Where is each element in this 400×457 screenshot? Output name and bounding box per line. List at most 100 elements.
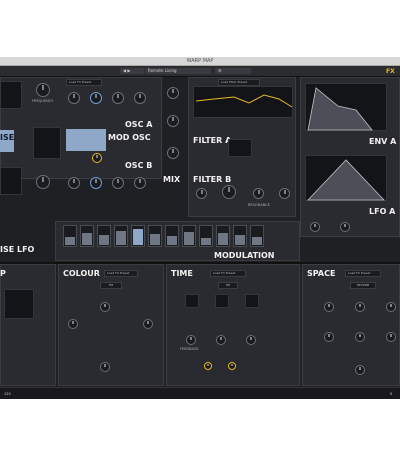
- time-display-1: [185, 294, 199, 308]
- osc-b-label: OSC B: [125, 161, 153, 170]
- window-title: WARP MAP: [186, 58, 214, 64]
- env-display[interactable]: [305, 83, 387, 131]
- mod-osc-display: [66, 129, 106, 151]
- mod-step-11[interactable]: [233, 225, 247, 247]
- osc-b-fm-knob[interactable]: [134, 177, 146, 189]
- mix-knob-3[interactable]: [167, 147, 179, 159]
- filter-preset-dropdown[interactable]: Load Filter Preset: [218, 79, 260, 86]
- p-label: P: [0, 269, 6, 278]
- osc-preset-dropdown[interactable]: Load FX Preset: [66, 79, 102, 86]
- mod-step-9[interactable]: [199, 225, 213, 247]
- brand-logo: FX: [386, 68, 395, 75]
- osc-b-shape-knob[interactable]: [90, 177, 102, 189]
- filter-a-label: FILTER A: [193, 136, 232, 145]
- colour-preset-dropdown[interactable]: Load FX Preset: [104, 270, 138, 277]
- mod-step-5[interactable]: [131, 225, 145, 247]
- title-bar: WARP MAP: [0, 57, 400, 66]
- osc-b-frequency-knob[interactable]: [36, 175, 50, 189]
- lfo-display[interactable]: [305, 155, 387, 201]
- lfo-label: LFO A: [369, 207, 396, 216]
- mod-amount-knob[interactable]: [92, 153, 102, 163]
- osc-b-pw-knob[interactable]: [112, 177, 124, 189]
- time-knob-2[interactable]: [216, 335, 226, 345]
- space-knob-1[interactable]: [324, 302, 334, 312]
- time-knob-5[interactable]: [228, 362, 236, 370]
- mix-knob-2[interactable]: [167, 115, 179, 127]
- mix-knob-1[interactable]: [167, 87, 179, 99]
- colour-knob-2[interactable]: [100, 302, 110, 312]
- env-curve-svg: [307, 87, 373, 131]
- space-level-knob[interactable]: [355, 365, 365, 375]
- time-label: TIME: [171, 269, 193, 278]
- lfo-depth-knob[interactable]: [340, 222, 350, 232]
- resonance-label: RESONANCE: [248, 203, 270, 207]
- colour-knob-1[interactable]: [68, 319, 78, 329]
- bpm-readout: 120: [4, 392, 11, 396]
- space-knob-2[interactable]: [355, 302, 365, 312]
- time-knob-4[interactable]: [204, 362, 212, 370]
- time-preset-dropdown[interactable]: Load FX Preset: [210, 270, 246, 277]
- lfo-curve-svg: [307, 159, 385, 201]
- status-bar: 120 5: [0, 387, 400, 399]
- compare-button[interactable]: ⚙: [215, 68, 251, 74]
- preset-selector[interactable]: Remote Living: [145, 68, 211, 74]
- mod-step-4[interactable]: [114, 225, 128, 247]
- mod-step-6[interactable]: [148, 225, 162, 247]
- space-knob-6[interactable]: [386, 332, 396, 342]
- lfo-rate-knob[interactable]: [310, 222, 320, 232]
- host-toolbar: ◀ ▶ Remote Living ⚙ FX: [0, 66, 400, 77]
- noise-lfo-label: ISE LFO: [0, 245, 35, 254]
- frequency-knob[interactable]: [36, 83, 50, 97]
- space-knob-4[interactable]: [324, 332, 334, 342]
- mod-step-1[interactable]: [63, 225, 77, 247]
- osc-a-label: OSC A: [125, 120, 153, 129]
- fx-p-section: [0, 264, 56, 386]
- time-knob-3[interactable]: [246, 335, 256, 345]
- filter-b-knob-3[interactable]: [253, 188, 264, 199]
- noise-label: ISE: [0, 133, 15, 142]
- mod-step-12[interactable]: [250, 225, 264, 247]
- time-mode-dropdown[interactable]: HP: [218, 282, 238, 289]
- space-preset-dropdown[interactable]: Load FX Preset: [345, 270, 381, 277]
- env-label: ENV A: [369, 137, 397, 146]
- osc-b-waveform-knob[interactable]: [68, 177, 80, 189]
- mod-osc-label: MOD OSC: [108, 133, 151, 142]
- colour-knob-3[interactable]: [143, 319, 153, 329]
- colour-mode-dropdown[interactable]: FM: [100, 282, 122, 289]
- space-label: SPACE: [307, 269, 336, 278]
- feedback-label: FEEDBACK: [180, 347, 199, 351]
- fm-knob[interactable]: [134, 92, 146, 104]
- mod-step-7[interactable]: [165, 225, 179, 247]
- status-value: 5: [390, 392, 393, 396]
- feedback-knob[interactable]: [186, 335, 196, 345]
- frequency-label: FREQUENCY: [32, 99, 54, 103]
- colour-label: COLOUR: [63, 269, 100, 278]
- space-knob-5[interactable]: [355, 332, 365, 342]
- colour-knob-4[interactable]: [100, 362, 110, 372]
- filter-a-curve[interactable]: [193, 86, 293, 118]
- osc-b-wave-display: [0, 167, 22, 195]
- mod-step-8[interactable]: [182, 225, 196, 247]
- shape-knob[interactable]: [90, 92, 102, 104]
- time-display-3: [245, 294, 259, 308]
- filter-b-knob-2[interactable]: [222, 185, 236, 199]
- prev-preset-button[interactable]: ◀ ▶: [120, 68, 144, 74]
- waveform-knob[interactable]: [68, 92, 80, 104]
- filter-b-knob-1[interactable]: [196, 188, 207, 199]
- space-mode-dropdown[interactable]: REVERB: [350, 282, 376, 289]
- pw-knob[interactable]: [112, 92, 124, 104]
- mod-step-2[interactable]: [80, 225, 94, 247]
- modulation-label: MODULATION: [214, 251, 275, 260]
- mod-step-10[interactable]: [216, 225, 230, 247]
- plugin-window: WARP MAP ◀ ▶ Remote Living ⚙ FX FREQUENC…: [0, 57, 400, 399]
- mod-osc-xy-pad[interactable]: [33, 127, 61, 159]
- mod-step-3[interactable]: [97, 225, 111, 247]
- space-knob-3[interactable]: [386, 302, 396, 312]
- p-display[interactable]: [4, 289, 34, 319]
- osc-a-wave-display: [0, 81, 22, 109]
- filter-a-curve-svg: [195, 94, 293, 108]
- filter-routing-display: [228, 139, 252, 157]
- filter-b-label: FILTER B: [193, 175, 232, 184]
- filter-b-knob-4[interactable]: [279, 188, 290, 199]
- time-display-2: [215, 294, 229, 308]
